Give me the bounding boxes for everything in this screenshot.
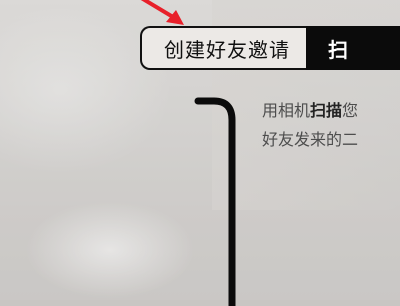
bracket-connector (194, 97, 236, 306)
description-line-1-bold: 扫描 (310, 101, 343, 120)
description-line-2: 好友发来的二 (262, 130, 359, 149)
description-line-1-prefix: 用相机 (262, 101, 311, 120)
description-line-1: 用相机扫描您 (262, 96, 358, 125)
tab-scan[interactable]: 扫 (306, 26, 400, 70)
tab-scan-label: 扫 (328, 37, 348, 62)
scan-description: 用相机扫描您 好友发来的二 (262, 96, 358, 154)
description-line-1-suffix: 您 (342, 101, 359, 120)
tab-create-invite[interactable]: 创建好友邀请 (140, 26, 306, 70)
invite-tab-bar: 创建好友邀请 扫 (140, 26, 400, 70)
tab-create-invite-label: 创建好友邀请 (164, 37, 290, 62)
